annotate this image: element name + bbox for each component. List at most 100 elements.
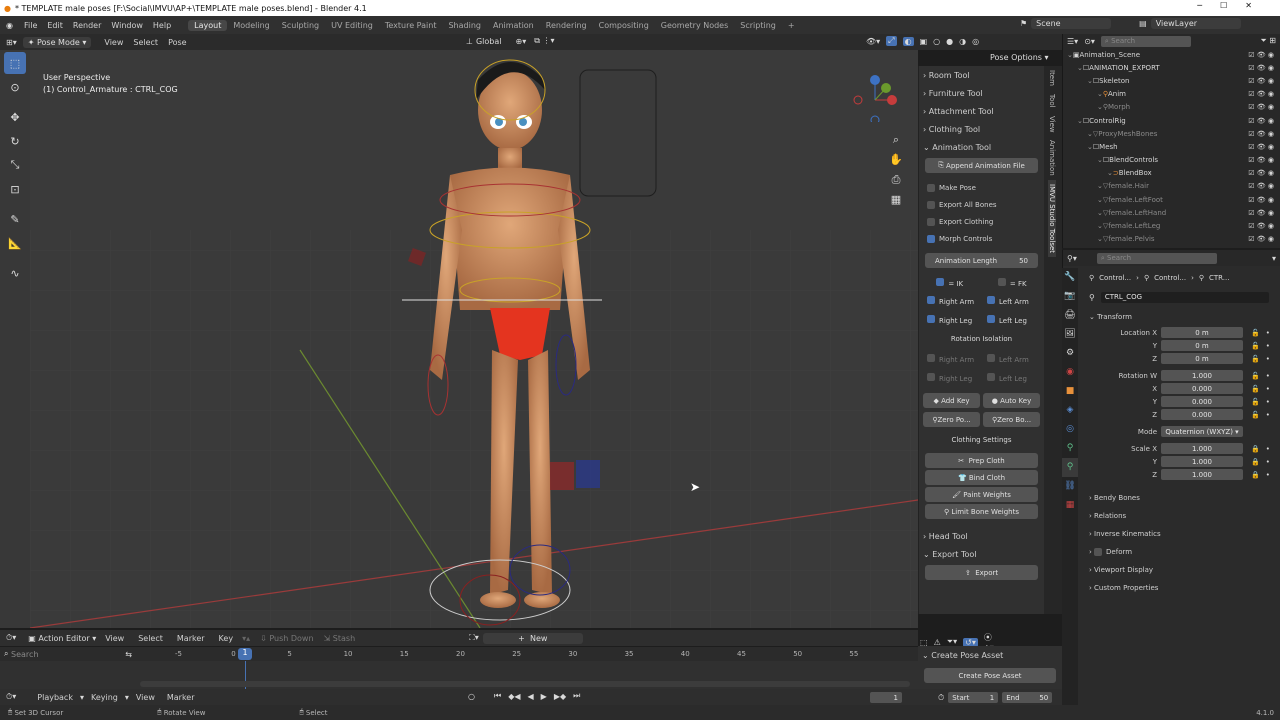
- shading-wire-icon[interactable]: ○: [933, 37, 940, 46]
- timeline-menu-marker[interactable]: Marker: [172, 634, 210, 643]
- tab-sculpting[interactable]: Sculpting: [276, 20, 325, 31]
- tab-item[interactable]: Item: [1048, 66, 1056, 90]
- jump-prev-key-icon[interactable]: ◆◀: [508, 692, 520, 701]
- world-icon[interactable]: ◉: [1062, 363, 1078, 382]
- push-down-button[interactable]: ⇩ Push Down: [260, 634, 313, 643]
- outliner-row[interactable]: ⌄ ⊃ BlendBox ☑ 👁 ◉: [1063, 167, 1280, 180]
- lock-icon[interactable]: 🔓: [1251, 342, 1260, 350]
- timeline-menu-select[interactable]: Select: [133, 634, 168, 643]
- paint-weights-button[interactable]: 🖌 Paint Weights: [925, 487, 1038, 502]
- bone-constraint-icon[interactable]: ⛓: [1062, 477, 1078, 496]
- lock-icon[interactable]: 🔓: [1251, 329, 1260, 337]
- keyframe-dot-icon[interactable]: •: [1266, 385, 1270, 393]
- 3d-viewport[interactable]: User Perspective (1) Control_Armature : …: [30, 50, 918, 628]
- zoom-icon[interactable]: ⌕: [887, 130, 905, 150]
- tab-imvu-studio-toolset[interactable]: IMVU Studio Toolset: [1048, 179, 1056, 257]
- start-frame-field[interactable]: Start 1: [948, 692, 999, 703]
- rotation-right-arm-toggle[interactable]: Right Arm: [927, 353, 979, 364]
- visibility-toggle-icons[interactable]: ☑ 👁 ◉: [1248, 182, 1274, 190]
- outliner-row[interactable]: ⌄ ☐ ANIMATION_EXPORT ☑ 👁 ◉: [1063, 61, 1280, 74]
- rotation-x-field[interactable]: 0.000: [1161, 383, 1243, 394]
- keyframe-dot-icon[interactable]: •: [1266, 471, 1270, 479]
- outliner-row[interactable]: ⌄ ▽ female.LeftFoot ☑ 👁 ◉: [1063, 193, 1280, 206]
- visibility-toggle-icons[interactable]: ☑ 👁 ◉: [1248, 209, 1274, 217]
- tab-view[interactable]: View: [1048, 112, 1056, 137]
- outliner-row[interactable]: ⌄ ▽ female.Hair ☑ 👁 ◉: [1063, 180, 1280, 193]
- auto-keying-icon[interactable]: ○: [468, 692, 475, 701]
- deform-section[interactable]: › Deform: [1063, 543, 1280, 561]
- menu-select[interactable]: Select: [128, 38, 163, 47]
- keyframe-dot-icon[interactable]: •: [1266, 398, 1270, 406]
- furniture-tool-section[interactable]: › Furniture Tool: [919, 84, 1044, 102]
- add-workspace-icon[interactable]: +: [782, 20, 801, 31]
- tab-rendering[interactable]: Rendering: [540, 20, 593, 31]
- outliner-type-icon[interactable]: ☰▾: [1067, 37, 1078, 46]
- tab-texture-paint[interactable]: Texture Paint: [379, 20, 443, 31]
- current-frame-indicator[interactable]: 1: [238, 648, 252, 660]
- visibility-toggle-icons[interactable]: ☑ 👁 ◉: [1248, 169, 1274, 177]
- measure-icon[interactable]: 📐: [4, 232, 26, 254]
- tab-tool[interactable]: Tool: [1048, 90, 1056, 112]
- outliner-row[interactable]: ⌄ ⚲ Morph ☑ 👁 ◉: [1063, 101, 1280, 114]
- menu-help[interactable]: Help: [148, 21, 176, 30]
- visibility-toggle-icons[interactable]: ☑ 👁 ◉: [1248, 222, 1274, 230]
- add-key-button[interactable]: ◆ Add Key: [923, 393, 980, 408]
- ik-toggle[interactable]: = IK: [936, 277, 963, 288]
- keyframe-dot-icon[interactable]: •: [1266, 372, 1270, 380]
- morph-controls-checkbox[interactable]: Morph Controls: [919, 230, 1044, 247]
- lock-icon[interactable]: 🔓: [1251, 411, 1260, 419]
- inverse-kinematics-section[interactable]: › Inverse Kinematics: [1063, 525, 1280, 543]
- tab-geometry-nodes[interactable]: Geometry Nodes: [655, 20, 734, 31]
- location-y-field[interactable]: 0 m: [1161, 340, 1243, 351]
- filter-icon[interactable]: ⏷ ⊞: [1260, 36, 1276, 46]
- export-clothing-checkbox[interactable]: Export Clothing: [919, 213, 1044, 230]
- rotation-mode-dropdown[interactable]: Quaternion (WXYZ) ▾: [1161, 426, 1243, 437]
- bone-name-field[interactable]: CTRL_COG: [1100, 291, 1269, 303]
- export-all-bones-checkbox[interactable]: Export All Bones: [919, 196, 1044, 213]
- location-x-field[interactable]: 0 m: [1161, 327, 1243, 338]
- snap-icon[interactable]: ⧉ ⋮▾: [534, 36, 554, 46]
- tab-modeling[interactable]: Modeling: [227, 20, 275, 31]
- editor-type-icon[interactable]: ⏱▾: [6, 633, 16, 643]
- visibility-toggle-icons[interactable]: ☑ 👁 ◉: [1248, 235, 1274, 243]
- window-controls[interactable]: ─☐✕: [1197, 1, 1270, 10]
- menu-playback[interactable]: Playback: [32, 693, 78, 702]
- transform-section[interactable]: ⌄ Transform: [1063, 308, 1280, 326]
- shading-solid-icon[interactable]: ●: [946, 37, 953, 46]
- gizmo-icon[interactable]: ⤢: [886, 36, 897, 46]
- auto-key-button[interactable]: ● Auto Key: [983, 393, 1040, 408]
- attachment-tool-section[interactable]: › Attachment Tool: [919, 102, 1044, 120]
- visibility-toggle-icons[interactable]: ☑ 👁 ◉: [1248, 196, 1274, 204]
- tab-shading[interactable]: Shading: [442, 20, 487, 31]
- checkbox-icon[interactable]: [1094, 548, 1103, 556]
- xray-icon[interactable]: ▣: [920, 37, 928, 46]
- camera-icon[interactable]: ⎙: [887, 170, 905, 190]
- visibility-toggle-icons[interactable]: ☑ 👁 ◉: [1248, 117, 1274, 125]
- lock-icon[interactable]: 🔓: [1251, 355, 1260, 363]
- outliner-row[interactable]: ⌄ ☐ BlendControls ☑ 👁 ◉: [1063, 154, 1280, 167]
- visibility-toggle-icons[interactable]: ☑ 👁 ◉: [1248, 103, 1274, 111]
- rotation-y-field[interactable]: 0.000: [1161, 396, 1243, 407]
- menu-view-footer[interactable]: View: [131, 693, 160, 702]
- menu-edit[interactable]: Edit: [42, 21, 68, 30]
- visibility-toggle-icons[interactable]: ☑ 👁 ◉: [1248, 156, 1274, 164]
- make-pose-checkbox[interactable]: Make Pose: [919, 179, 1044, 196]
- shading-rendered-icon[interactable]: ◎: [972, 37, 979, 46]
- view-layer-selector[interactable]: ViewLayer: [1150, 18, 1241, 29]
- export-tool-section[interactable]: ⌄ Export Tool: [919, 545, 1044, 563]
- timeline-ruler[interactable]: ⌕ Search ⇆ -5 0 5 10 15 20 25 30 35 40 45 50 55 1: [0, 647, 918, 661]
- annotate-icon[interactable]: ✎: [4, 208, 26, 230]
- jump-start-icon[interactable]: ⏮: [494, 691, 501, 701]
- lock-icon[interactable]: 🔓: [1251, 398, 1260, 406]
- action-browse-icon[interactable]: ⛶▾: [469, 633, 479, 643]
- tab-layout[interactable]: Layout: [188, 19, 228, 31]
- visibility-icon[interactable]: 👁▾: [866, 37, 880, 46]
- timeline-search-input[interactable]: ⌕ Search ⇆: [4, 649, 132, 659]
- object-icon[interactable]: ■: [1062, 382, 1078, 401]
- outliner-row[interactable]: ⌄ ☐ Skeleton ☑ 👁 ◉: [1063, 74, 1280, 87]
- animation-tool-section[interactable]: ⌄ Animation Tool: [919, 138, 1044, 156]
- custom-properties-section[interactable]: › Custom Properties: [1063, 579, 1280, 597]
- outliner-row[interactable]: ⌄ ▽ female.Pelvis ☑ 👁 ◉: [1063, 233, 1280, 246]
- right-leg-toggle[interactable]: Right Leg: [927, 314, 979, 325]
- outliner-row[interactable]: ⌄ ☐ ControlRig ☑ 👁 ◉: [1063, 114, 1280, 127]
